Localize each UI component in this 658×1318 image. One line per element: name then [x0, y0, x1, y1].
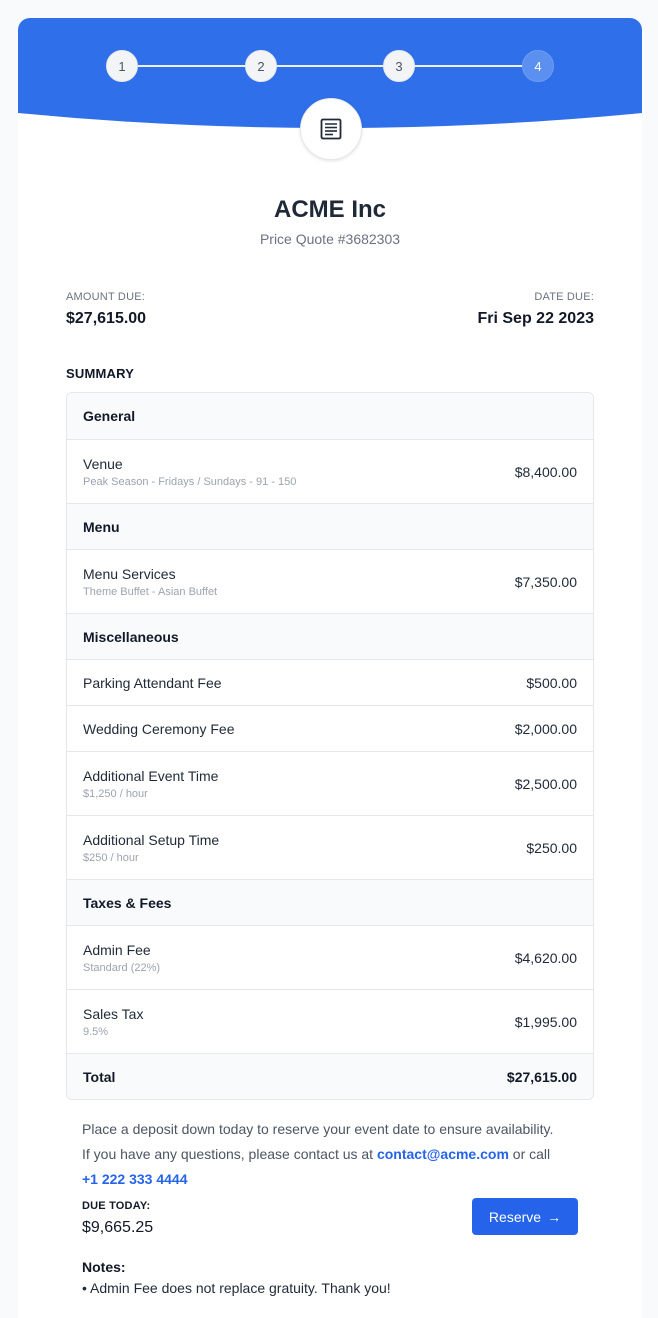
item-name: Parking Attendant Fee [83, 674, 222, 691]
step-connector [414, 65, 522, 67]
item-detail: Peak Season - Fridays / Sundays - 91 - 1… [83, 475, 297, 488]
item-detail: Theme Buffet - Asian Buffet [83, 585, 218, 598]
section-header: Taxes & Fees [67, 879, 593, 925]
item-amount: $2,500.00 [514, 775, 577, 792]
item-name: Admin Fee [83, 941, 151, 958]
item-name: Venue [83, 455, 123, 472]
item-name: Sales Tax [83, 1005, 144, 1022]
item-name: Wedding Ceremony Fee [83, 720, 235, 737]
amount-due-label: AMOUNT DUE: [66, 291, 146, 303]
line-item: Venue Peak Season - Fridays / Sundays - 9… [67, 439, 593, 503]
contact-email-link[interactable]: contact@acme.com [377, 1146, 509, 1162]
item-detail: 9.5% [83, 1025, 109, 1038]
line-item: Wedding Ceremony Fee $2,000.00 [67, 705, 593, 751]
item-amount: $500.00 [526, 674, 577, 691]
line-item: Additional Setup Time $250 / hour $250.00 [67, 815, 593, 879]
due-today-value: $9,665.25 [82, 1219, 154, 1236]
item-name: Menu Services [83, 565, 176, 582]
document-badge [300, 98, 362, 160]
quote-number: Price Quote #3682303 [259, 231, 401, 247]
section-header: General [67, 393, 593, 439]
item-amount: $1,995.00 [514, 1013, 577, 1030]
line-item: Additional Event Time $1,250 / hour $2,50… [67, 751, 593, 815]
line-item: Sales Tax 9.5% $1,995.00 [67, 989, 593, 1053]
section-header: Menu [67, 503, 593, 549]
line-item: Parking Attendant Fee $500.00 [67, 659, 593, 705]
line-item: Menu Services Theme Buffet - Asian Buffet… [67, 549, 593, 613]
item-name: Additional Event Time [83, 767, 219, 784]
notes-label: Notes: [82, 1259, 126, 1275]
reserve-button[interactable]: Reserve → [472, 1198, 578, 1235]
item-amount: $7,350.00 [514, 573, 577, 590]
step-3[interactable]: 3 [383, 50, 415, 82]
item-amount: $8,400.00 [514, 463, 577, 480]
step-connector [276, 65, 384, 67]
deposit-message: Place a deposit down today to reserve yo… [82, 1117, 582, 1192]
step-4[interactable]: 4 [522, 50, 554, 82]
item-amount: $4,620.00 [514, 949, 577, 966]
company-name: ACME Inc [273, 196, 386, 223]
contact-line: If you have any questions, please contac… [82, 1142, 582, 1167]
section-title: Taxes & Fees [83, 894, 172, 911]
date-due-value: Fri Sep 22 2023 [477, 310, 594, 327]
due-today-label: DUE TODAY: [82, 1200, 151, 1212]
arrow-right-icon: → [547, 1208, 562, 1225]
total-value: $27,615.00 [506, 1068, 577, 1085]
contact-phone-link[interactable]: +1 222 333 4444 [82, 1171, 188, 1187]
quote-card: 1 2 3 4 ACME Inc Price Quote #3682303 AM… [18, 18, 642, 1318]
section-header: Miscellaneous [67, 613, 593, 659]
total-label: Total [83, 1068, 116, 1085]
item-detail: Standard (22%) [83, 961, 161, 974]
step-2[interactable]: 2 [245, 50, 277, 82]
item-name: Additional Setup Time [83, 831, 220, 848]
contact-middle: or call [508, 1146, 551, 1162]
contact-prefix: If you have any questions, please contac… [82, 1146, 377, 1162]
section-title: General [83, 408, 136, 424]
item-detail: $250 / hour [83, 851, 139, 864]
step-1[interactable]: 1 [106, 50, 138, 82]
item-amount: $2,000.00 [514, 720, 577, 737]
summary-table: General Venue Peak Season - Fridays / Sun… [66, 392, 594, 1100]
date-due-label: DATE DUE: [534, 291, 594, 303]
note-item: • Admin Fee does not replace gratuity. T… [82, 1280, 391, 1296]
reserve-button-label: Reserve [488, 1208, 542, 1225]
section-title: Miscellaneous [83, 628, 179, 645]
item-detail: $1,250 / hour [83, 787, 148, 800]
total-row: Total $27,615.00 [67, 1053, 593, 1099]
document-list-icon [320, 118, 342, 140]
line-item: Admin Fee Standard (22%) $4,620.00 [67, 925, 593, 989]
item-amount: $250.00 [526, 839, 577, 856]
section-title: Menu [83, 518, 120, 535]
step-connector [138, 65, 246, 67]
deposit-line: Place a deposit down today to reserve yo… [82, 1121, 554, 1137]
amount-due-value: $27,615.00 [66, 310, 147, 327]
summary-heading: SUMMARY [66, 366, 135, 381]
